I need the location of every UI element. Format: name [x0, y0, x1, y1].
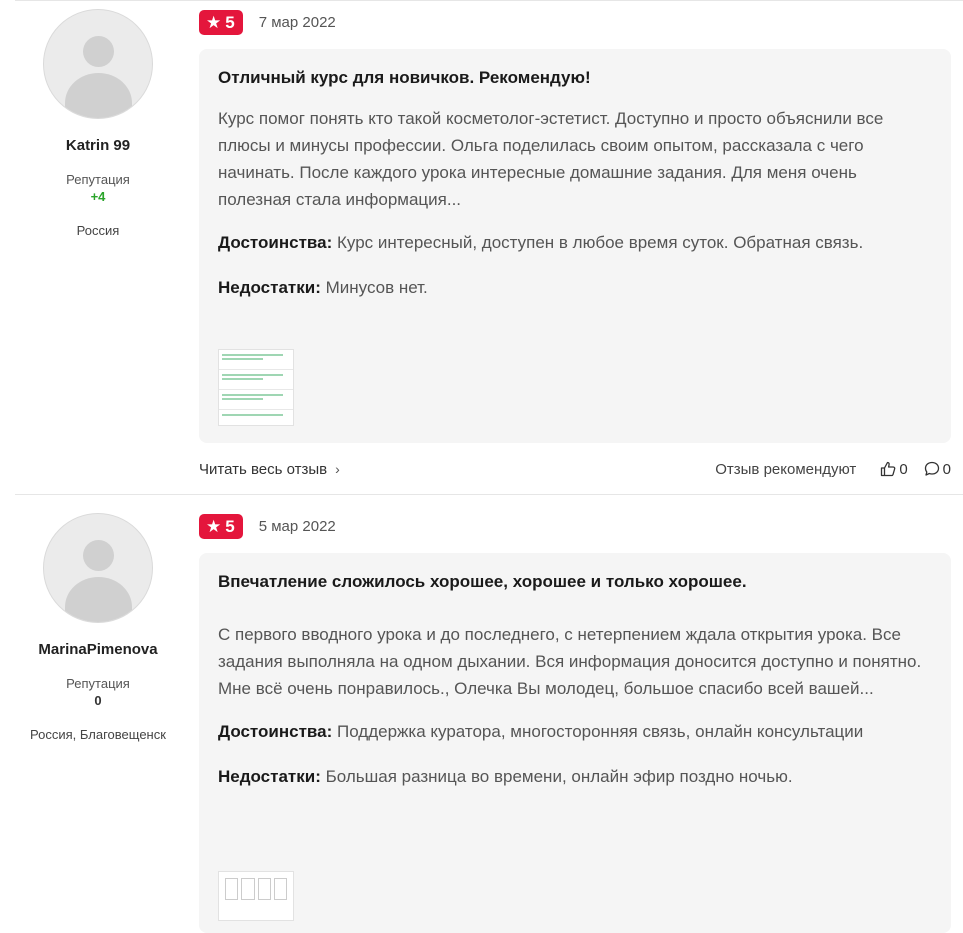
- review-meta: ★ 5 5 мар 2022: [199, 514, 336, 539]
- review-footer: Читать весь отзыв › Отзыв рекомендуют 0 …: [199, 459, 951, 479]
- read-more-link[interactable]: Читать весь отзыв ›: [199, 461, 340, 478]
- reputation-value: 0: [94, 693, 102, 708]
- review-cons: Недостатки: Большая разница во времени, …: [218, 763, 932, 790]
- review-author: MarinaPimenova Репутация 0 Россия, Благо…: [18, 513, 178, 743]
- comment-button[interactable]: 0: [924, 461, 951, 478]
- cons-label: Недостатки:: [218, 767, 321, 786]
- reputation-value: +4: [90, 189, 106, 204]
- avatar-placeholder-icon[interactable]: [43, 9, 153, 119]
- review-cons: Недостатки: Минусов нет.: [218, 274, 932, 301]
- pros-label: Достоинства:: [218, 722, 333, 741]
- review-date: 5 мар 2022: [258, 518, 336, 535]
- star-icon: ★: [206, 517, 222, 536]
- review-text: С первого вводного урока и до последнего…: [218, 625, 922, 698]
- star-icon: ★: [206, 13, 222, 32]
- review-date: 7 мар 2022: [258, 14, 336, 31]
- rating-badge: ★ 5: [199, 10, 243, 35]
- like-button[interactable]: 0: [880, 460, 908, 478]
- author-username[interactable]: MarinaPimenova: [18, 641, 178, 658]
- review-photo-thumbnail[interactable]: [218, 349, 294, 426]
- author-location: Россия, Благовещенск: [30, 727, 166, 742]
- read-more-label: Читать весь отзыв: [199, 460, 328, 478]
- cons-text: Большая разница во времени, онлайн эфир …: [325, 767, 793, 786]
- review-title[interactable]: Впечатление сложилось хорошее, хорошее и…: [218, 571, 932, 593]
- likes-count: 0: [899, 460, 908, 478]
- review-meta: ★ 5 7 мар 2022: [199, 10, 336, 35]
- review-pros: Достоинства: Курс интересный, доступен в…: [218, 229, 932, 256]
- recommend-label: Отзыв рекомендуют: [715, 460, 857, 478]
- rating-value: 5: [225, 12, 235, 32]
- pros-label: Достоинства:: [218, 233, 333, 252]
- review-pros: Достоинства: Поддержка куратора, многост…: [218, 718, 932, 745]
- avatar-placeholder-icon[interactable]: [43, 513, 153, 623]
- review-author: Katrin 99 Репутация +4 Россия: [18, 9, 178, 239]
- cons-text: Минусов нет.: [325, 278, 428, 297]
- rating-value: 5: [225, 516, 235, 536]
- review-item: MarinaPimenova Репутация 0 Россия, Благо…: [0, 495, 963, 933]
- author-username[interactable]: Katrin 99: [18, 137, 178, 154]
- cons-label: Недостатки:: [218, 278, 321, 297]
- review-card: Впечатление сложилось хорошее, хорошее и…: [199, 553, 951, 933]
- pros-text: Поддержка куратора, многосторонняя связь…: [337, 722, 864, 741]
- comment-icon: [924, 461, 939, 476]
- chevron-right-icon: ›: [335, 461, 340, 477]
- comments-count: 0: [942, 460, 951, 478]
- reputation-label: Репутация: [66, 172, 130, 187]
- rating-badge: ★ 5: [199, 514, 243, 539]
- thumbs-up-icon: [881, 461, 896, 477]
- review-card: Отличный курс для новичков. Рекомендую! …: [199, 49, 951, 443]
- review-item: Katrin 99 Репутация +4 Россия ★ 5 7 мар …: [0, 0, 963, 494]
- review-title[interactable]: Отличный курс для новичков. Рекомендую!: [218, 67, 932, 89]
- author-location: Россия: [76, 223, 120, 238]
- reputation-label: Репутация: [66, 676, 130, 691]
- pros-text: Курс интересный, доступен в любое время …: [337, 233, 864, 252]
- review-text: Курс помог понять кто такой косметолог-э…: [218, 109, 884, 209]
